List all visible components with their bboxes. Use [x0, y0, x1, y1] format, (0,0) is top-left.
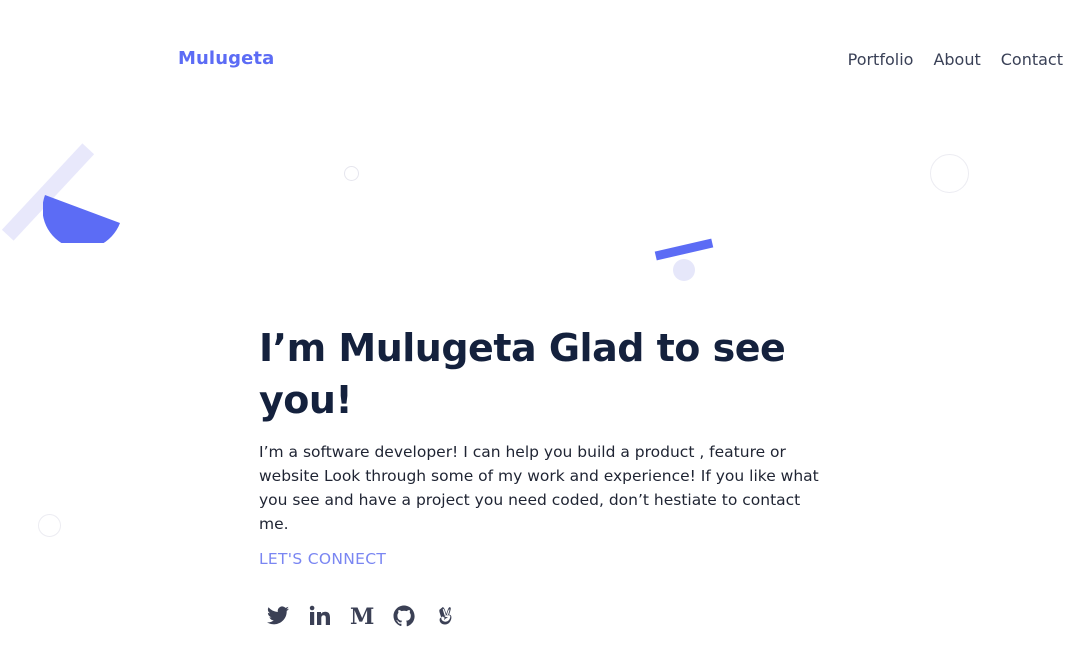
medium-link[interactable]: M — [350, 604, 374, 630]
twitter-link[interactable] — [266, 604, 290, 630]
hero-description: I’m a software developer! I can help you… — [259, 443, 819, 533]
hero-section: I’m Mulugeta Glad to see you! I’m a soft… — [259, 322, 839, 568]
decorative-half-circle — [43, 195, 120, 243]
hero-heading: I’m Mulugeta Glad to see you! — [259, 326, 786, 422]
twitter-icon — [267, 606, 289, 625]
nav-contact-link[interactable]: Contact — [1001, 50, 1063, 69]
social-links: M — [266, 604, 458, 630]
decorative-outline-circle — [930, 154, 969, 193]
github-link[interactable] — [392, 604, 416, 630]
angellist-link[interactable] — [434, 604, 458, 630]
decorative-blue-bar — [654, 238, 714, 261]
decorative-small-circle — [344, 166, 359, 181]
nav-about-link[interactable]: About — [933, 50, 980, 69]
main-nav: Portfolio About Contact — [848, 50, 1063, 69]
decorative-light-dot — [673, 259, 695, 281]
lets-connect-link[interactable]: LET'S CONNECT — [259, 550, 386, 568]
github-icon — [393, 605, 415, 627]
linkedin-icon — [309, 605, 330, 625]
logo-link[interactable]: Mulugeta — [178, 48, 274, 69]
medium-icon: M — [350, 604, 375, 630]
linkedin-link[interactable] — [308, 604, 332, 630]
angellist-icon — [439, 607, 452, 625]
decorative-outline-circle-left — [38, 514, 61, 537]
nav-portfolio-link[interactable]: Portfolio — [848, 50, 914, 69]
